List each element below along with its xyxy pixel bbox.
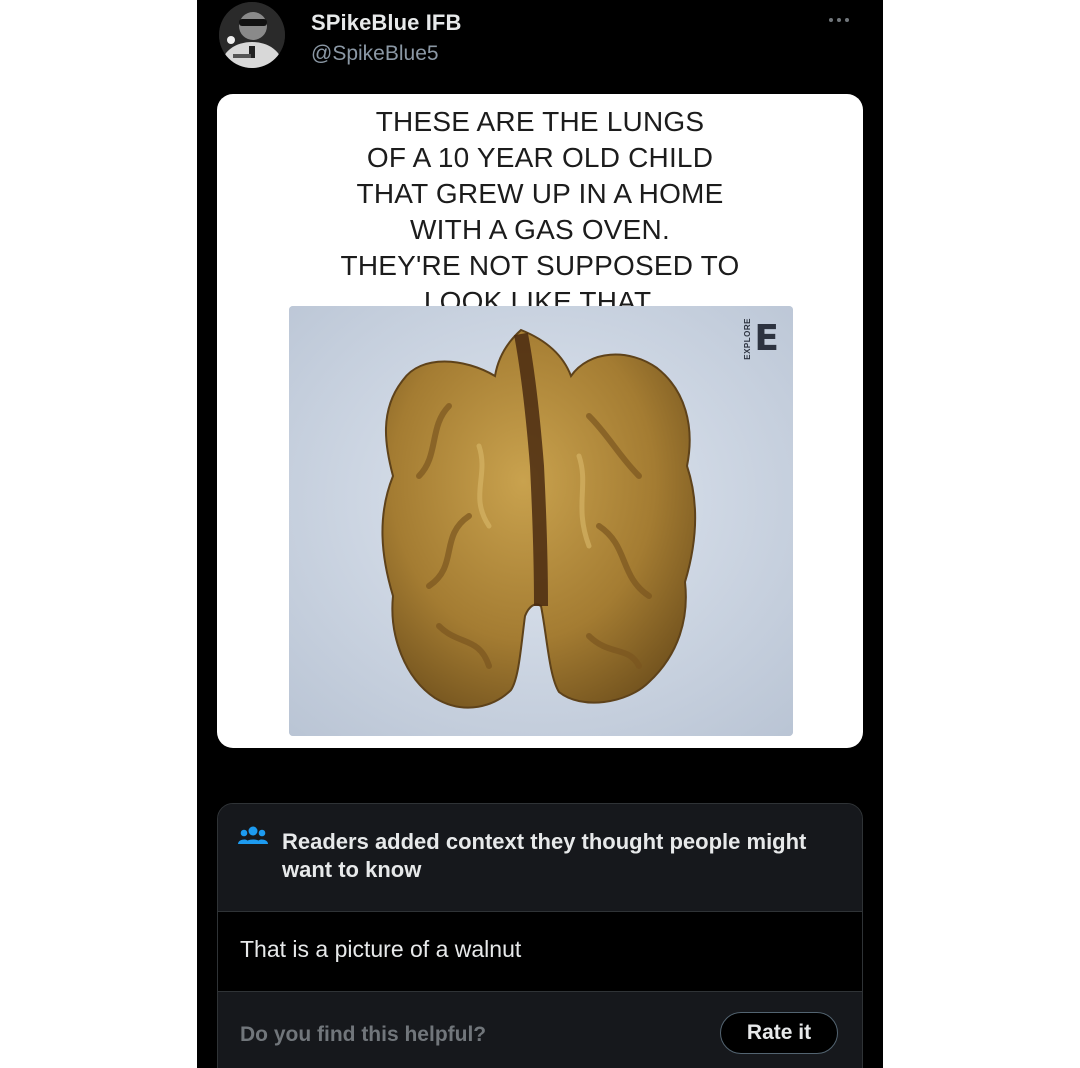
post-media[interactable]: THESE ARE THE LUNGS OF A 10 YEAR OLD CHI… [217,94,863,748]
community-note-header: Readers added context they thought peopl… [218,804,862,910]
display-name[interactable]: SPikeBlue IFB [311,10,461,36]
rate-it-button[interactable]: Rate it [720,1012,838,1054]
watermark-letter: E [754,317,779,359]
avatar-image [219,2,285,68]
people-icon [238,826,268,844]
community-note: Readers added context they thought peopl… [217,803,863,1068]
explore-watermark: EXPLORE E [743,318,779,360]
community-note-title: Readers added context they thought peopl… [282,829,807,882]
community-note-footer: Do you find this helpful? Rate it [218,992,862,1068]
avatar[interactable] [219,2,285,68]
walnut-photo: EXPLORE E [289,306,793,736]
helpful-prompt: Do you find this helpful? [240,1023,487,1046]
media-caption: THESE ARE THE LUNGS OF A 10 YEAR OLD CHI… [340,106,740,317]
tweet-screen: SPikeBlue IFB @SpikeBlue5 THESE ARE THE … [197,0,883,1068]
watermark-small-text: EXPLORE [743,318,753,360]
ellipsis-icon[interactable] [817,6,861,34]
community-note-text: That is a picture of a walnut [240,936,522,962]
user-handle[interactable]: @SpikeBlue5 [311,42,439,66]
community-note-body: That is a picture of a walnut [218,912,862,992]
